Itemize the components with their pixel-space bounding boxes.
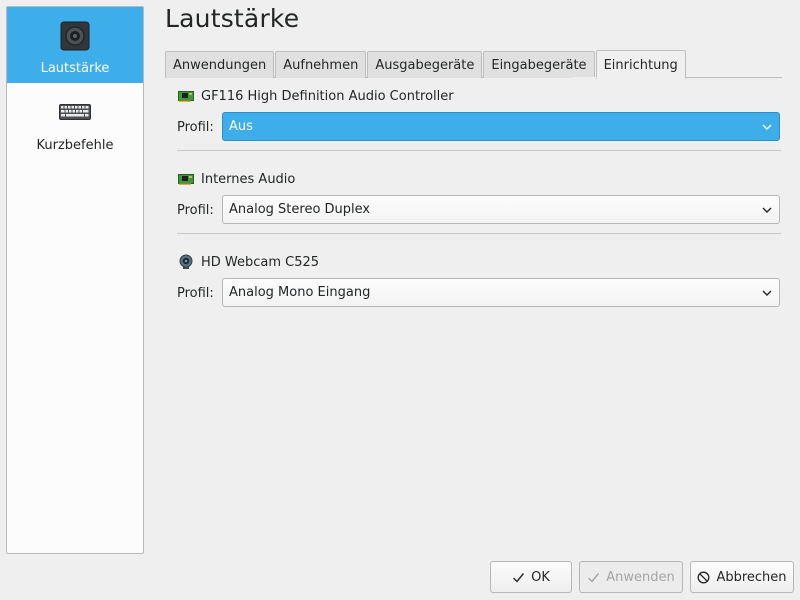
section-divider xyxy=(177,150,781,151)
chevron-down-icon xyxy=(762,290,772,296)
profile-label: Profil: xyxy=(177,286,214,301)
tab-bar: Anwendungen Aufnehmen Ausgabegeräte Eing… xyxy=(165,50,687,79)
tab-einrichtung[interactable]: Einrichtung xyxy=(595,50,686,79)
cancel-icon xyxy=(697,571,710,584)
sound-card-icon xyxy=(178,88,194,104)
profile-label: Profil: xyxy=(177,120,214,135)
profile-select[interactable]: Aus xyxy=(222,112,780,141)
sidebar-item-kurzbefehle[interactable]: Kurzbefehle xyxy=(7,85,143,161)
device-header: GF116 High Definition Audio Controller xyxy=(178,88,454,104)
profile-select-value: Analog Mono Eingang xyxy=(229,285,371,300)
chevron-down-icon xyxy=(762,207,772,213)
profile-select[interactable]: Analog Stereo Duplex xyxy=(222,195,780,224)
apply-button[interactable]: Anwenden xyxy=(579,561,683,593)
tab-anwendungen[interactable]: Anwendungen xyxy=(165,51,275,78)
sidebar-item-label: Kurzbefehle xyxy=(36,138,114,153)
webcam-icon xyxy=(178,254,194,270)
profile-select-value: Analog Stereo Duplex xyxy=(229,202,371,217)
page-title: Lautstärke xyxy=(165,4,300,33)
sound-card-icon xyxy=(178,171,194,187)
apply-button-label: Anwenden xyxy=(606,569,675,585)
device-header: Internes Audio xyxy=(178,171,295,187)
profile-select-value: Aus xyxy=(229,119,253,134)
device-name: Internes Audio xyxy=(201,171,296,187)
keyboard-icon xyxy=(58,95,92,129)
active-tab-gap xyxy=(573,77,657,78)
device-name: HD Webcam C525 xyxy=(201,254,320,270)
chevron-down-icon xyxy=(762,124,772,130)
profile-select[interactable]: Analog Mono Eingang xyxy=(222,278,780,307)
cancel-button-label: Abbrechen xyxy=(716,569,787,585)
cancel-button[interactable]: Abbrechen xyxy=(690,561,794,593)
sidebar-item-lautstaerke[interactable]: Lautstärke xyxy=(7,7,143,83)
device-name: GF116 High Definition Audio Controller xyxy=(201,88,454,104)
ok-button[interactable]: OK xyxy=(490,561,572,593)
checkmark-icon xyxy=(512,571,525,584)
checkmark-icon xyxy=(587,571,600,584)
sidebar: Lautstärke Kurzbefehle xyxy=(6,6,144,554)
section-divider xyxy=(177,233,781,234)
device-header: HD Webcam C525 xyxy=(178,254,319,270)
tab-ausgabegeraete[interactable]: Ausgabegeräte xyxy=(367,51,483,78)
ok-button-label: OK xyxy=(531,569,550,585)
speaker-icon xyxy=(58,19,92,53)
sidebar-item-label: Lautstärke xyxy=(40,61,110,76)
tab-aufnehmen[interactable]: Aufnehmen xyxy=(275,51,367,78)
tab-eingabegeraete[interactable]: Eingabegeräte xyxy=(483,51,595,78)
profile-label: Profil: xyxy=(177,203,214,218)
